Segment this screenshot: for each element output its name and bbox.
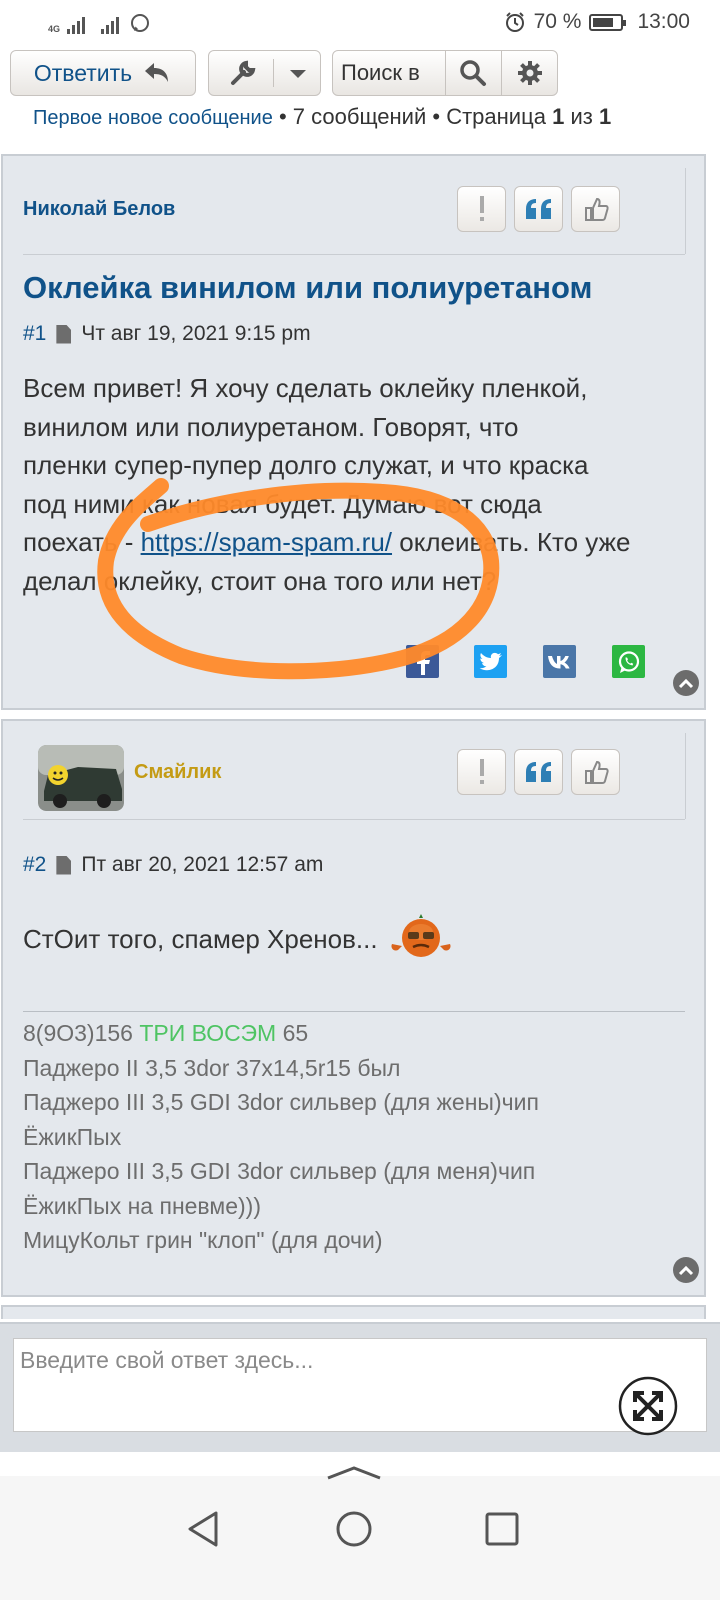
body-line: поехать - https://spam-spam.ru/ оклеиват… [23,527,631,557]
thumbs-up-icon [584,760,609,784]
caret-down-icon [290,70,306,78]
back-to-top-button[interactable] [673,1257,699,1283]
report-button[interactable] [457,749,506,795]
post-author[interactable]: Николай Белов [23,198,175,221]
post-number[interactable]: #1 [23,322,46,346]
body-line: СтОит того, спамер Хренов... [23,923,378,954]
report-icon [479,196,484,221]
post-date: Чт авг 19, 2021 9:15 pm [81,322,311,345]
body-line: пленки супер-пупер долго служат, и что к… [23,450,589,480]
vk-share-button[interactable] [543,645,576,678]
body-line: под ними как новая будет. Думаю вот сюда [23,488,542,519]
whatsapp-icon [618,650,639,673]
back-to-top-icon [678,678,694,689]
twitter-share-button[interactable] [474,645,507,678]
search-input[interactable]: Поиск в [341,51,420,95]
chevron-up-icon[interactable] [326,1464,382,1480]
avatar[interactable] [38,745,124,811]
total-pages: 1 [598,104,612,129]
post-body: СтОит того, спамер Хренов... [23,914,454,964]
search-box[interactable]: Поиск в [332,50,558,96]
report-button[interactable] [457,186,506,232]
spam-link[interactable]: https://spam-spam.ru/ [141,527,392,557]
post-2: Смайлик #2 Пт авг 20, 2021 12:57 am СтОи… [1,719,706,1297]
expand-editor-button[interactable] [618,1364,704,1450]
pagination-info: Первое новое сообщение • 7 сообщений • С… [33,104,611,130]
signal-icon [67,14,86,34]
grumpy-smiley-icon [391,914,451,957]
post-number[interactable]: #2 [23,853,46,877]
reply-textarea[interactable] [13,1338,707,1432]
wrench-icon [231,60,256,85]
quote-button[interactable] [514,749,563,795]
clock: 13:00 [637,10,690,33]
like-button[interactable] [571,749,620,795]
post-doc-icon[interactable] [56,324,72,344]
tools-dropdown-button[interactable] [208,50,321,96]
reply-label: Ответить [33,59,133,86]
bullet-2: • [432,104,441,129]
body-line: Всем привет! Я хочу сделать оклейку плен… [23,373,588,403]
signature-line: Паджеро II 3,5 3dor 37x14,5r15 был [23,1054,401,1081]
system-nav-bar [0,1466,720,1600]
signature-line: Паджеро III 3,5 GDI 3dor сильвер (для ме… [23,1158,536,1184]
whatsapp-notification-icon [131,14,150,32]
reply-arrow-icon [145,63,169,82]
next-post-edge [1,1305,706,1319]
post-meta: #1 Чт авг 19, 2021 9:15 pm [23,322,311,346]
signature-line: ЁжикПых на пневме))) [23,1192,261,1219]
status-bar: 4G 70 % 13:00 [0,0,720,48]
vk-icon [547,655,570,668]
nav-recents-icon[interactable] [485,1512,519,1546]
page-word: Страница [446,104,546,129]
bullet-1: • [278,104,287,129]
back-to-top-button[interactable] [673,670,699,696]
alarm-icon [505,12,524,32]
post-date: Пт авг 20, 2021 12:57 am [81,853,324,876]
signature-divider [23,1011,685,1012]
post-body: Всем привет! Я хочу сделать оклейку плен… [23,369,630,600]
signature-line: Паджеро III 3,5 GDI 3dor сильвер (для же… [23,1089,539,1115]
twitter-icon [479,652,502,670]
signature-line: МицуКольт грин "клоп" (для дочи) [23,1227,383,1253]
body-line: делал оклейку, стоит она того или нет? [23,565,497,596]
quote-icon [525,199,551,219]
search-icon[interactable] [459,59,487,87]
status-right: 70 % 13:00 [504,10,690,34]
post-1: Николай Белов Оклейка винилом или полиур… [1,154,706,710]
signature-line: ЁжикПых [23,1123,122,1150]
quote-icon [525,762,551,782]
post-title[interactable]: Оклейка винилом или полиуретаном [23,270,592,306]
post-meta: #2 Пт авг 20, 2021 12:57 am [23,853,323,877]
signal-icon-2 [101,14,120,34]
battery-percent: 70 % [533,10,582,33]
battery-icon [589,13,627,31]
thumbs-up-icon [584,197,609,221]
expand-icon [618,1376,678,1436]
nav-back-icon[interactable] [186,1510,220,1548]
post-doc-icon[interactable] [56,855,72,875]
status-left: 4G [48,12,151,34]
quote-button[interactable] [514,186,563,232]
first-unread-link[interactable]: Первое новое сообщение [33,107,273,129]
nav-home-icon[interactable] [335,1510,373,1548]
back-to-top-icon [678,1265,694,1276]
signature-phone: 8(9O3)156 ТРИ ВОСЭМ 65 [23,1020,309,1046]
body-line: винилом или полиуретаном. Говорят, что [23,411,519,442]
of-word: из [570,104,593,129]
signature: 8(9O3)156 ТРИ ВОСЭМ 65 Паджеро II 3,5 3d… [23,1016,539,1258]
like-button[interactable] [571,186,620,232]
quick-reply-area [0,1322,720,1452]
facebook-share-button[interactable] [406,645,439,678]
report-icon [479,759,484,784]
current-page: 1 [552,104,565,129]
post-count: 7 сообщений [292,104,427,129]
gear-icon[interactable] [516,59,544,87]
facebook-icon [416,650,430,675]
post-author[interactable]: Смайлик [134,761,221,784]
network-type: 4G [48,24,61,34]
whatsapp-share-button[interactable] [612,645,645,678]
reply-button[interactable]: Ответить [10,50,196,96]
